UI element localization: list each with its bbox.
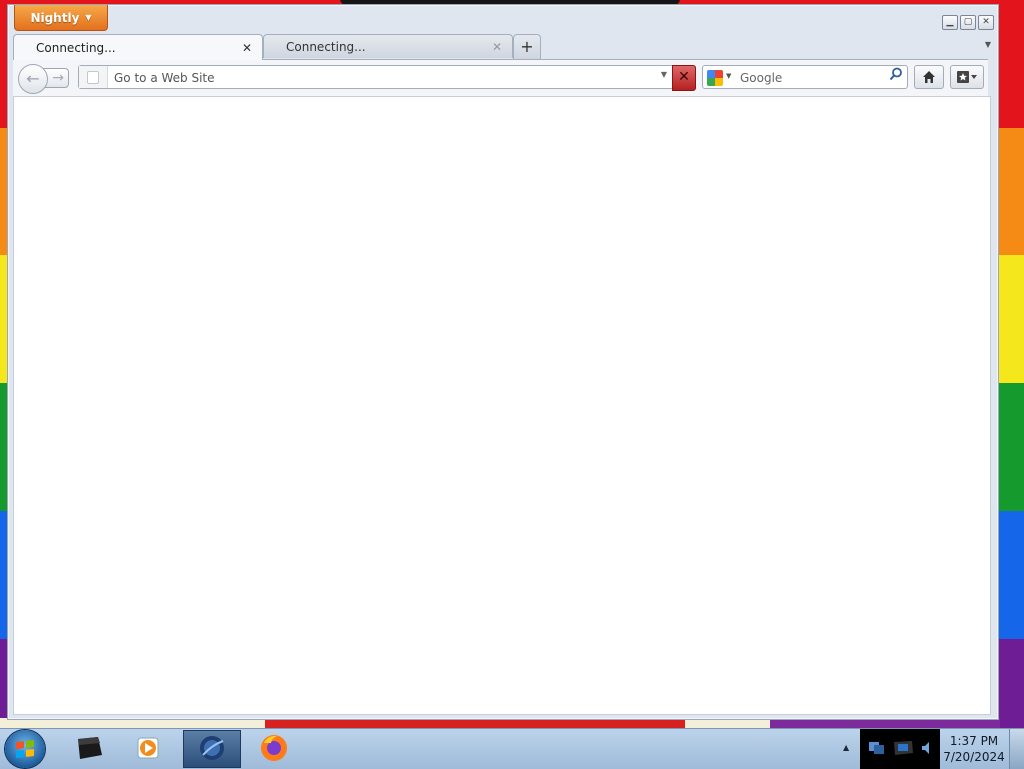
page-content-area[interactable] [13,96,991,715]
close-tab-icon[interactable]: ✕ [490,40,504,54]
show-desktop-button[interactable] [1009,729,1024,769]
search-bar[interactable]: ▼ [702,65,908,89]
url-input[interactable] [112,68,656,88]
minimize-button[interactable]: ▁ [942,15,958,30]
window-controls: ▁ ▢ ✕ [942,15,994,30]
tab-connecting-1[interactable]: Connecting... ✕ [13,34,263,60]
globe-browser-icon [197,733,227,766]
page-icon [87,71,99,84]
google-icon[interactable] [707,70,723,86]
back-icon: ← [26,69,40,88]
show-hidden-icons-icon[interactable]: ▲ [843,743,849,752]
home-button[interactable] [914,65,944,89]
chevron-down-icon: ▼ [85,13,92,22]
back-button[interactable]: ← [18,64,48,94]
network-icon[interactable] [868,740,886,759]
close-window-button[interactable]: ✕ [978,15,994,30]
taskbar: ▲ 1:37 PM 7/20/2024 [0,728,1024,769]
tab-connecting-2[interactable]: Connecting... ✕ [263,34,513,58]
tab-title: Connecting... [286,39,366,54]
tab-list-chevron-icon[interactable]: ▼ [985,40,991,49]
taskbar-terminal-app[interactable] [60,730,118,768]
maximize-button[interactable]: ▢ [960,15,976,30]
clock-time: 1:37 PM [949,734,999,748]
start-button[interactable] [5,730,45,768]
system-tray [860,729,940,769]
close-tab-icon[interactable]: ✕ [240,41,254,55]
url-bar[interactable]: ▼ ✕ [78,65,696,91]
forward-icon: → [52,70,64,86]
bookmark-icon [956,71,978,87]
search-input[interactable] [738,68,882,88]
stop-button[interactable]: ✕ [672,65,696,91]
taskbar-clock[interactable]: 1:37 PM 7/20/2024 [940,729,1008,769]
taskbar-firefox-app[interactable] [245,730,303,768]
navigation-toolbar: ← → ▼ ✕ ▼ [13,59,988,97]
app-menu-button[interactable]: Nightly ▼ [14,5,108,31]
bookmarks-button[interactable] [950,65,984,89]
tab-title: Connecting... [36,40,116,55]
taskbar-media-player-app[interactable] [120,730,178,768]
terminal-icon [74,735,104,764]
speaker-icon[interactable] [920,740,934,759]
browser-window: Nightly ▼ ▁ ▢ ✕ Connecting... ✕ Connecti… [7,4,999,720]
clock-date: 7/20/2024 [943,750,1005,764]
new-tab-button[interactable]: + [513,34,541,59]
windows-logo-icon [16,740,34,758]
home-icon [922,71,936,87]
url-history-dropdown-icon[interactable]: ▼ [661,70,667,79]
stop-icon: ✕ [678,69,690,85]
magnifier-icon[interactable] [889,67,903,85]
site-identity-button[interactable] [79,66,108,88]
taskbar-browser-app[interactable] [183,730,241,768]
monitor-icon[interactable] [892,739,914,760]
media-player-icon [136,735,162,764]
app-menu-label: Nightly [30,10,80,25]
firefox-icon [259,733,289,766]
tab-bar: Connecting... ✕ Connecting... ✕ + ▼ [13,34,993,60]
search-engine-dropdown-icon[interactable]: ▼ [726,72,731,80]
